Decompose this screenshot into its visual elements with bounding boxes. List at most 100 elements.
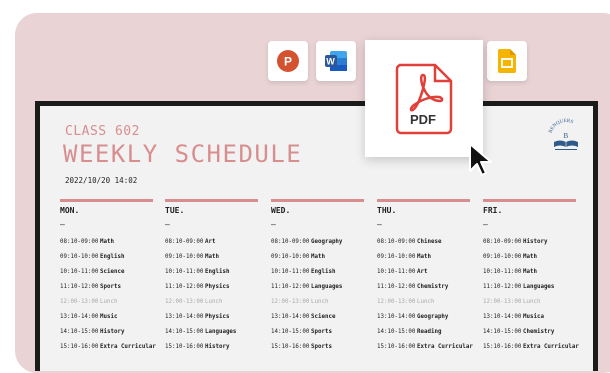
day-dash: — (60, 220, 65, 229)
period-row: 09:10-10:00 Math (271, 250, 364, 265)
period-subject: Chemistry (523, 329, 555, 335)
period-time: 08:10-09:00 (271, 239, 310, 245)
period-time: 09:10-10:00 (377, 254, 416, 260)
period-time: 11:10-12:00 (377, 284, 416, 290)
powerpoint-button[interactable]: P (268, 41, 308, 81)
period-time: 09:10-10:00 (483, 254, 522, 260)
period-time: 14:10-15:00 (165, 329, 204, 335)
period-row: 13:10-14:00 Musica (483, 310, 576, 325)
period-subject: Math (417, 254, 431, 260)
period-row: 10:10-11:00 Science (60, 265, 153, 280)
day-name: MON. (60, 206, 80, 215)
day-column-thu: THU. —08:10-09:00 Chinese 09:10-10:00 Math 10… (377, 199, 473, 355)
period-subject: History (205, 344, 230, 350)
period-time: 09:10-10:00 (60, 254, 99, 260)
period-subject: Chinese (417, 239, 442, 245)
period-time: 10:10-11:00 (377, 269, 416, 275)
period-row: 12:00-13:00 Lunch (165, 295, 258, 310)
mouse-cursor-icon (469, 143, 492, 176)
day-name: TUE. (165, 206, 185, 215)
schedule-datetime: 2022/10/20 14:02 (65, 176, 138, 185)
period-time: 10:10-11:00 (165, 269, 204, 275)
period-time: 11:10-12:00 (165, 284, 204, 290)
period-list: 08:10-09:00 Math 09:10-10:00 English 10:10-1… (60, 235, 156, 355)
period-row: 15:10-16:00 Extra Curricular (377, 340, 473, 355)
period-row: 13:10-14:00 Music (60, 310, 153, 325)
day-name: THU. (377, 206, 397, 215)
svg-text:PDF: PDF (410, 112, 436, 127)
period-row: 12:00-13:00 Lunch (271, 295, 364, 310)
period-row: 15:10-16:00 Extra Curricular (60, 340, 156, 355)
period-row: 08:10-09:00 Art (165, 235, 258, 250)
period-time: 15:10-16:00 (377, 344, 416, 350)
period-subject: Sports (311, 329, 332, 335)
period-subject: Lunch (311, 299, 329, 305)
period-time: 14:10-15:00 (271, 329, 310, 335)
period-row: 12:00-13:00 Lunch (377, 295, 470, 310)
schedule-title: WEEKLY SCHEDULE (63, 140, 303, 168)
day-dash: — (483, 220, 488, 229)
period-time: 11:10-12:00 (483, 284, 522, 290)
svg-text:P: P (284, 55, 292, 69)
period-subject: Languages (311, 284, 343, 290)
period-row: 11:10-12:00 Chemistry (377, 280, 470, 295)
period-time: 10:10-11:00 (483, 269, 522, 275)
period-row: 10:10-11:00 English (271, 265, 364, 280)
powerpoint-icon: P (277, 50, 299, 72)
period-time: 15:10-16:00 (483, 344, 522, 350)
period-row: 09:10-10:00 Math (377, 250, 470, 265)
period-subject: Math (205, 254, 219, 260)
school-logo: BENQUERS B (549, 119, 578, 150)
period-subject: English (311, 269, 336, 275)
day-column-fri: FRI. —08:10-09:00 History 09:10-10:00 Math 10… (483, 199, 579, 355)
period-row: 11:10-12:00 Languages (483, 280, 576, 295)
word-icon: W (325, 51, 347, 71)
period-subject: Math (311, 254, 325, 260)
period-subject: Math (523, 269, 537, 275)
period-subject: English (100, 254, 125, 260)
period-time: 08:10-09:00 (60, 239, 99, 245)
period-time: 12:00-13:00 (483, 299, 522, 305)
pdf-export-button[interactable]: PDF (365, 40, 483, 157)
period-subject: Musica (523, 314, 544, 320)
google-slides-icon (498, 49, 516, 73)
period-time: 09:10-10:00 (165, 254, 204, 260)
period-subject: Music (100, 314, 118, 320)
word-button[interactable]: W (316, 41, 356, 81)
period-row: 09:10-10:00 English (60, 250, 153, 265)
period-subject: Math (100, 239, 114, 245)
period-row: 08:10-09:00 Math (60, 235, 153, 250)
period-subject: Lunch (417, 299, 435, 305)
period-time: 15:10-16:00 (60, 344, 99, 350)
period-time: 12:00-13:00 (377, 299, 416, 305)
period-row: 14:10-15:00 History (60, 325, 153, 340)
period-row: 10:10-11:00 Art (377, 265, 470, 280)
period-time: 14:10-15:00 (60, 329, 99, 335)
period-row: 13:10-14:00 Physics (165, 310, 258, 325)
period-time: 09:10-10:00 (271, 254, 310, 260)
period-subject: Languages (523, 284, 555, 290)
period-subject: Math (523, 254, 537, 260)
period-row: 08:10-09:00 Chinese (377, 235, 470, 250)
period-time: 14:10-15:00 (377, 329, 416, 335)
period-time: 14:10-15:00 (483, 329, 522, 335)
period-row: 09:10-10:00 Math (165, 250, 258, 265)
period-subject: Reading (417, 329, 442, 335)
period-time: 15:10-16:00 (271, 344, 310, 350)
day-header-rule (271, 199, 364, 202)
day-header-rule (483, 199, 576, 202)
period-subject: Chemistry (417, 284, 449, 290)
day-name: WED. (271, 206, 291, 215)
period-list: 08:10-09:00 Chinese 09:10-10:00 Math 10:10-1… (377, 235, 473, 355)
period-list: 08:10-09:00 Art 09:10-10:00 Math 10:10-11:00… (165, 235, 258, 355)
period-subject: History (100, 329, 125, 335)
period-time: 12:00-13:00 (271, 299, 310, 305)
period-list: 08:10-09:00 History 09:10-10:00 Math 10:10-1… (483, 235, 579, 355)
period-row: 15:10-16:00 Sports (271, 340, 364, 355)
day-column-mon: MON. —08:10-09:00 Math 09:10-10:00 English 10… (60, 199, 156, 355)
period-subject: Extra Curricular (417, 344, 473, 350)
day-dash: — (377, 220, 382, 229)
svg-text:BENQUERS: BENQUERS (549, 119, 574, 134)
period-subject: Lunch (523, 299, 541, 305)
google-slides-button[interactable] (487, 41, 527, 81)
